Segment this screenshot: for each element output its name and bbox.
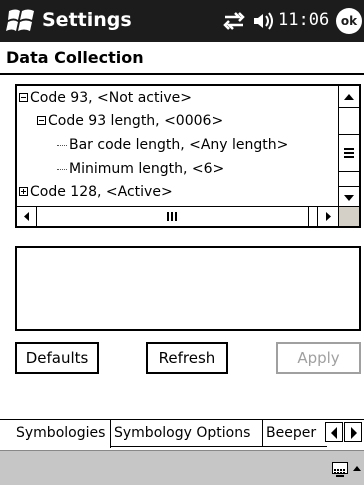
tab-beeper[interactable]: Beeper	[263, 420, 327, 447]
horizontal-scrollbar[interactable]	[17, 206, 338, 226]
tree-item-label: Minimum length, <6>	[69, 161, 225, 177]
defaults-button[interactable]: Defaults	[15, 342, 99, 374]
vertical-scrollbar[interactable]	[338, 86, 359, 208]
tree-item-label: Code 93, <Not active>	[30, 90, 192, 106]
tree-item-code-128[interactable]: Code 128, <Active>	[19, 184, 173, 200]
tree-item-bar-code-length[interactable]: Bar code length, <Any length>	[57, 137, 288, 153]
clock[interactable]: 11:06	[278, 10, 329, 30]
tab-label: Symbology Options	[114, 425, 251, 441]
refresh-button-label: Refresh	[158, 349, 216, 367]
tree-item-minimum-length[interactable]: Minimum length, <6>	[57, 161, 224, 177]
refresh-button[interactable]: Refresh	[146, 342, 228, 374]
ok-button[interactable]: ok	[336, 8, 362, 34]
scroll-left-button[interactable]	[17, 207, 37, 226]
grip-icon	[167, 212, 177, 221]
collapse-icon[interactable]	[37, 115, 46, 125]
scroll-thumb[interactable]	[339, 134, 359, 172]
settings-tree-view[interactable]: Code 93, <Not active> Code 93 length, <0…	[15, 84, 361, 228]
apply-button[interactable]: Apply	[276, 342, 361, 374]
tab-label: Beeper	[266, 425, 317, 441]
arrow-up-icon	[344, 94, 354, 100]
arrow-right-icon	[326, 212, 331, 221]
scroll-down-button[interactable]	[339, 186, 359, 208]
collapse-icon[interactable]	[19, 92, 28, 102]
tree-connector	[57, 168, 67, 170]
details-text-box[interactable]	[15, 246, 361, 331]
tree-item-label: Code 128, <Active>	[30, 184, 173, 200]
page-title: Data Collection	[6, 48, 144, 67]
keyboard-icon[interactable]	[332, 462, 348, 477]
command-bar	[0, 450, 364, 485]
apply-button-label: Apply	[297, 349, 340, 367]
volume-icon[interactable]	[252, 10, 276, 32]
tree-connector	[57, 144, 67, 146]
scrollbar-corner	[338, 206, 359, 226]
app-title: Settings	[42, 9, 132, 31]
connectivity-icon[interactable]	[222, 11, 246, 31]
tab-scroll-right-button[interactable]	[344, 422, 362, 442]
tree-item-label: Bar code length, <Any length>	[69, 137, 289, 153]
defaults-button-label: Defaults	[25, 349, 89, 367]
tree-item-label: Code 93 length, <0006>	[48, 113, 224, 129]
scroll-right-button[interactable]	[317, 207, 338, 226]
tab-symbology-options[interactable]: Symbology Options	[111, 420, 263, 447]
tree-content: Code 93, <Not active> Code 93 length, <0…	[17, 86, 338, 208]
tab-symbologies[interactable]: Symbologies	[13, 420, 111, 448]
tab-scroll-left-button[interactable]	[325, 422, 343, 442]
arrow-left-icon	[331, 427, 337, 439]
tab-label: Symbologies	[16, 425, 106, 441]
windows-start-icon[interactable]	[6, 7, 36, 35]
tree-item-code-93[interactable]: Code 93, <Not active>	[19, 90, 192, 106]
grip-icon	[344, 148, 354, 158]
expand-icon[interactable]	[19, 186, 28, 196]
arrow-right-icon	[351, 427, 357, 439]
arrow-left-icon	[24, 212, 29, 221]
heading-divider	[0, 73, 364, 75]
input-menu-arrow-icon[interactable]	[352, 465, 362, 473]
title-bar: Settings 11:06 ok	[0, 0, 364, 42]
scroll-thumb[interactable]	[37, 207, 309, 226]
keyboard-keys	[334, 469, 345, 477]
scroll-up-button[interactable]	[339, 86, 359, 108]
tree-item-code-93-length[interactable]: Code 93 length, <0006>	[37, 113, 223, 129]
